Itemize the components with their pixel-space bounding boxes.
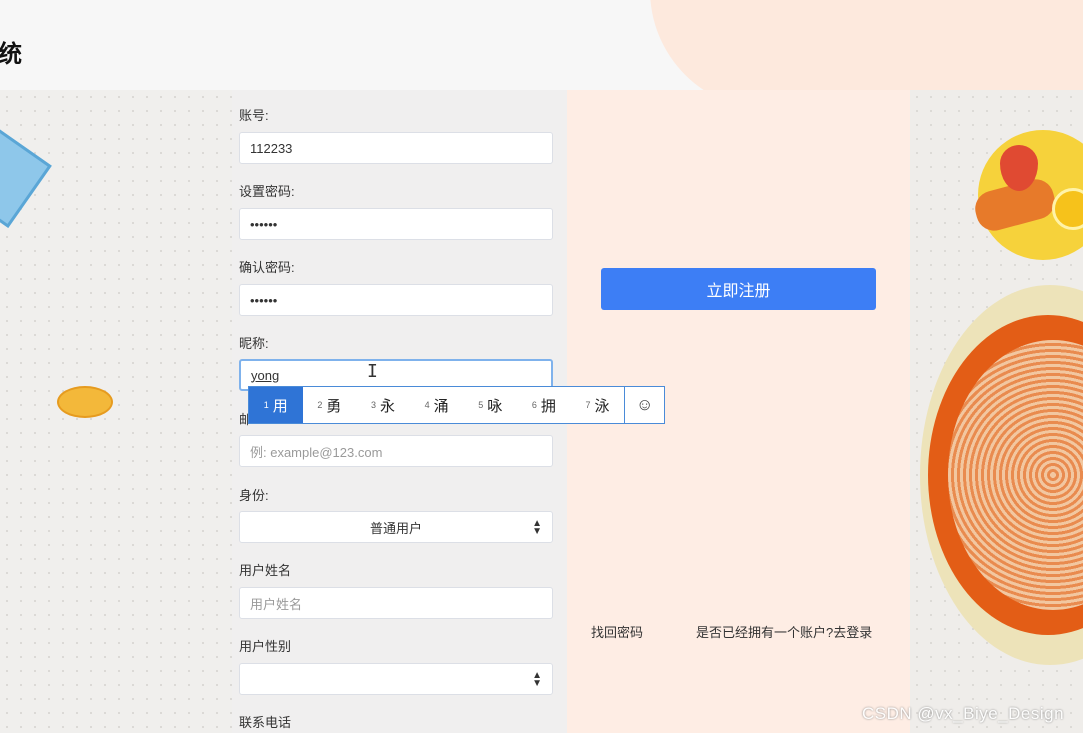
go-login-link[interactable]: 是否已经拥有一个账户?去登录 <box>696 622 872 641</box>
confirm-password-input[interactable]: •••••• <box>239 284 553 316</box>
ime-candidate[interactable]: 1用 <box>249 387 303 423</box>
coin-illustration <box>57 386 113 418</box>
password-input[interactable]: •••••• <box>239 208 553 240</box>
account-label: 账号: <box>239 108 269 123</box>
ime-candidate[interactable]: 7泳 <box>571 387 625 423</box>
ime-candidate-bar: 1用 2勇 3永 4涌 5咏 6拥 7泳 ☺ <box>248 386 665 424</box>
left-decoration-panel <box>0 90 232 733</box>
napkin-illustration <box>0 127 52 229</box>
identity-select[interactable]: 普通用户 ▲ ▼ <box>239 511 553 543</box>
page-title: 统 <box>0 40 22 68</box>
confirm-password-label: 确认密码: <box>239 260 295 275</box>
ime-candidate[interactable]: 2勇 <box>303 387 357 423</box>
food-illustration-panel <box>910 90 1083 733</box>
text-cursor-icon: I <box>367 361 378 382</box>
header-decoration <box>650 0 1083 90</box>
realname-placeholder: 用户姓名 <box>250 596 303 612</box>
gender-label: 用户性别 <box>239 639 292 654</box>
ime-candidate[interactable]: 5咏 <box>463 387 517 423</box>
register-button[interactable]: 立即注册 <box>601 268 876 310</box>
gender-select[interactable]: ▲ ▼ <box>239 663 553 695</box>
ime-candidate[interactable]: 3永 <box>356 387 410 423</box>
identity-selected: 普通用户 <box>369 520 422 536</box>
email-placeholder: 例: example@123.com <box>250 444 383 460</box>
nickname-label: 昵称: <box>239 336 269 351</box>
password-label: 设置密码: <box>239 184 295 199</box>
confirm-password-value: •••••• <box>250 292 278 308</box>
select-arrows-icon: ▲ ▼ <box>532 670 542 689</box>
app-header: 统 <box>0 0 1083 90</box>
phone-label: 联系电话 <box>239 715 292 730</box>
ime-candidate[interactable]: 4涌 <box>410 387 464 423</box>
realname-input[interactable]: 用户姓名 <box>239 587 553 619</box>
realname-label: 用户姓名 <box>239 563 292 578</box>
recover-password-link[interactable]: 找回密码 <box>591 622 643 641</box>
emoji-icon[interactable]: ☺ <box>624 387 664 423</box>
account-input[interactable]: 112233 <box>239 132 553 164</box>
ime-candidate[interactable]: 6拥 <box>517 387 571 423</box>
identity-label: 身份: <box>239 488 269 503</box>
email-input[interactable]: 例: example@123.com <box>239 435 553 467</box>
watermark: CSDN @vx_Biye_Design <box>862 704 1065 723</box>
select-arrows-icon: ▲ ▼ <box>532 518 542 537</box>
nickname-value: yong <box>251 367 280 383</box>
password-value: •••••• <box>250 216 278 232</box>
account-value: 112233 <box>250 140 293 156</box>
